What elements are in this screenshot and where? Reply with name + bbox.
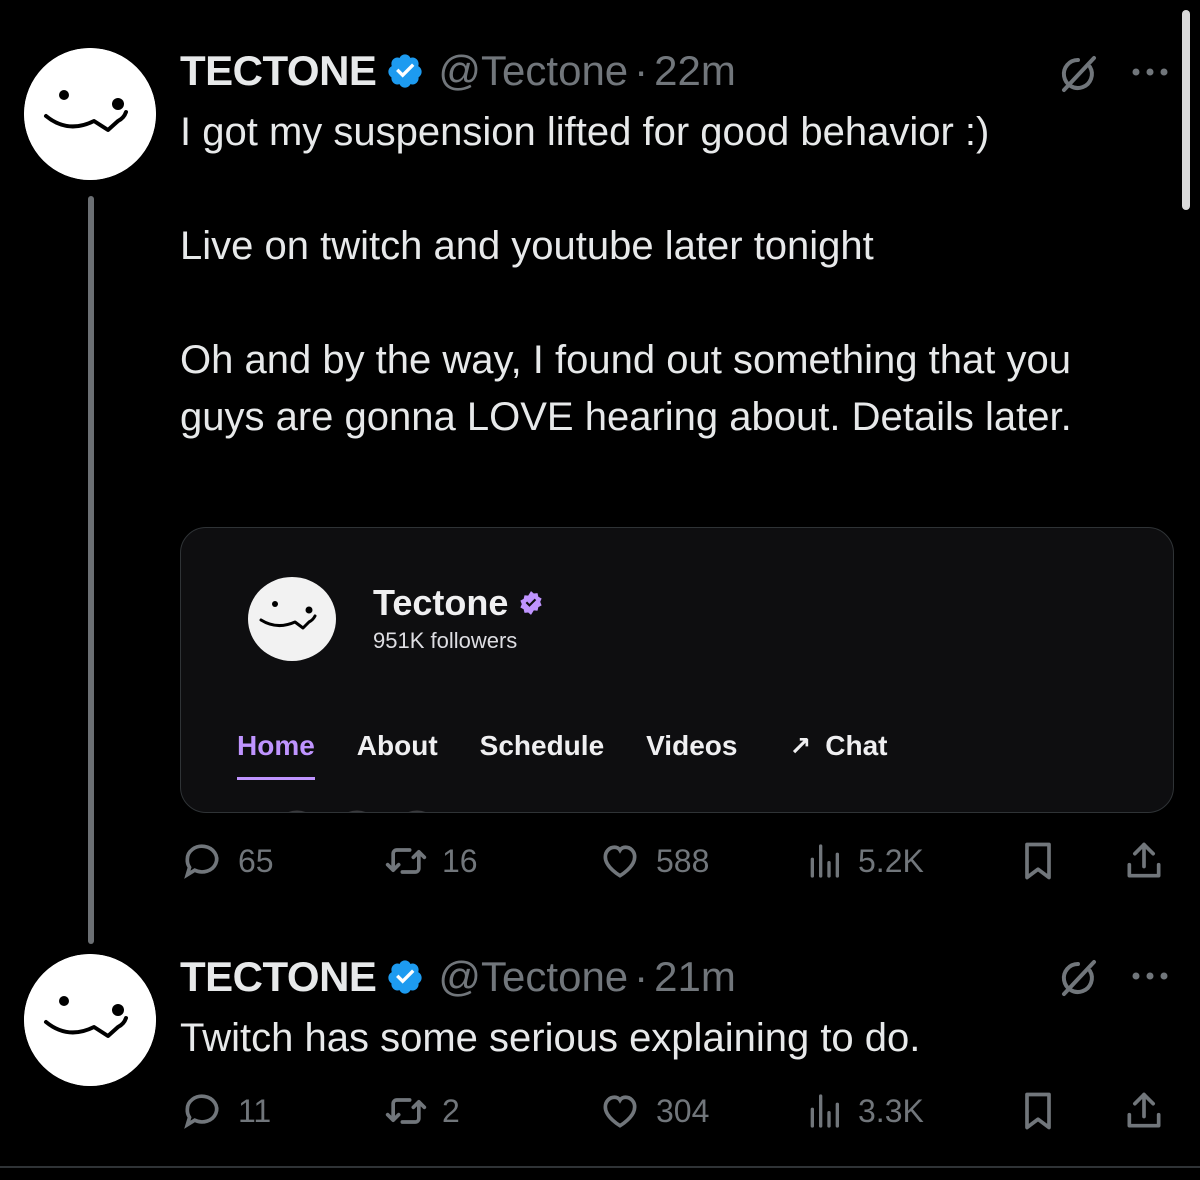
avatar[interactable] — [24, 48, 156, 180]
tweet-paragraph: Oh and by the way, I found out something… — [180, 338, 1072, 439]
tweet-text: I got my suspension lifted for good beha… — [180, 104, 1160, 446]
display-name[interactable]: TECTONE — [180, 47, 377, 95]
tweet-header: TECTONE @Tectone · 21m — [180, 952, 736, 1002]
cropped-avatars — [288, 810, 426, 812]
separator-dot: · — [634, 47, 649, 94]
tab-schedule[interactable]: Schedule — [480, 726, 604, 766]
more-icon[interactable] — [1128, 966, 1172, 986]
timestamp[interactable]: 22m — [654, 47, 736, 95]
partner-check-icon — [520, 591, 542, 615]
share-button[interactable] — [1122, 836, 1166, 886]
tab-home[interactable]: Home — [237, 726, 315, 780]
views-button[interactable]: 3.3K — [804, 1086, 924, 1136]
retweet-button[interactable]: 16 — [384, 836, 478, 886]
avatar[interactable] — [24, 954, 156, 1086]
like-button[interactable]: 304 — [598, 1086, 709, 1136]
bookmark-icon — [1025, 1092, 1051, 1130]
channel-avatar — [248, 577, 336, 661]
verified-badge-icon — [388, 960, 423, 994]
views-icon — [810, 1094, 839, 1128]
tweet-actions: 11 2 304 3.3K — [180, 1086, 1170, 1136]
reply-icon — [184, 844, 219, 879]
retweet-count: 16 — [442, 842, 478, 879]
reply-count: 11 — [238, 1092, 272, 1129]
tweet-actions: 65 16 588 5.2K — [180, 836, 1170, 886]
tweet-paragraph: Live on twitch and youtube later tonight — [180, 224, 874, 268]
views-count: 5.2K — [858, 842, 924, 879]
channel-name-text: Tectone — [373, 582, 509, 623]
like-count: 588 — [656, 842, 710, 879]
grok-icon[interactable] — [1056, 52, 1100, 96]
retweet-icon — [385, 848, 427, 874]
link-preview-card[interactable]: Tectone 951K followers Home About Schedu… — [180, 527, 1174, 813]
like-icon — [603, 1095, 637, 1128]
views-count: 3.3K — [858, 1092, 924, 1129]
like-count: 304 — [656, 1092, 710, 1129]
handle[interactable]: @Tectone — [438, 47, 628, 95]
followers-count: 951K followers — [373, 628, 518, 653]
grok-icon[interactable] — [1056, 956, 1100, 1000]
display-name[interactable]: TECTONE — [180, 953, 377, 1001]
tab-chat[interactable]: ↗ Chat — [779, 726, 887, 766]
tab-chat-label: Chat — [825, 730, 888, 761]
handle[interactable]: @Tectone — [438, 953, 628, 1001]
retweet-icon — [385, 1098, 427, 1124]
tab-videos[interactable]: Videos — [646, 726, 737, 766]
verified-badge-icon — [388, 54, 423, 88]
separator-dot: · — [634, 953, 649, 1000]
scrollbar[interactable] — [1182, 10, 1190, 210]
views-icon — [810, 844, 839, 878]
share-icon — [1127, 842, 1161, 878]
share-icon — [1127, 1092, 1161, 1128]
timestamp[interactable]: 21m — [654, 953, 736, 1001]
retweet-button[interactable]: 2 — [384, 1086, 460, 1136]
retweet-count: 2 — [442, 1092, 460, 1129]
like-button[interactable]: 588 — [598, 836, 709, 886]
reply-count: 65 — [238, 842, 274, 879]
share-button[interactable] — [1122, 1086, 1166, 1136]
like-icon — [603, 845, 637, 878]
reply-button[interactable]: 65 — [180, 836, 274, 886]
reply-icon — [184, 1094, 219, 1129]
tweet-text: Twitch has some serious explaining to do… — [180, 1016, 921, 1060]
tweet-header: TECTONE @Tectone · 22m — [180, 46, 736, 96]
views-button[interactable]: 5.2K — [804, 836, 924, 886]
channel-tabs: Home About Schedule Videos ↗ Chat — [237, 726, 929, 780]
more-icon[interactable] — [1128, 62, 1172, 82]
bookmark-button[interactable] — [1016, 1086, 1060, 1136]
popout-arrow-icon: ↗ — [789, 730, 812, 761]
channel-name: Tectone — [373, 582, 544, 624]
tab-about[interactable]: About — [357, 726, 438, 766]
bookmark-button[interactable] — [1016, 836, 1060, 886]
reply-button[interactable]: 11 — [180, 1086, 271, 1136]
divider — [0, 1166, 1200, 1168]
tweet-paragraph: I got my suspension lifted for good beha… — [180, 110, 990, 154]
thread-line — [88, 196, 94, 944]
bookmark-icon — [1025, 842, 1051, 880]
